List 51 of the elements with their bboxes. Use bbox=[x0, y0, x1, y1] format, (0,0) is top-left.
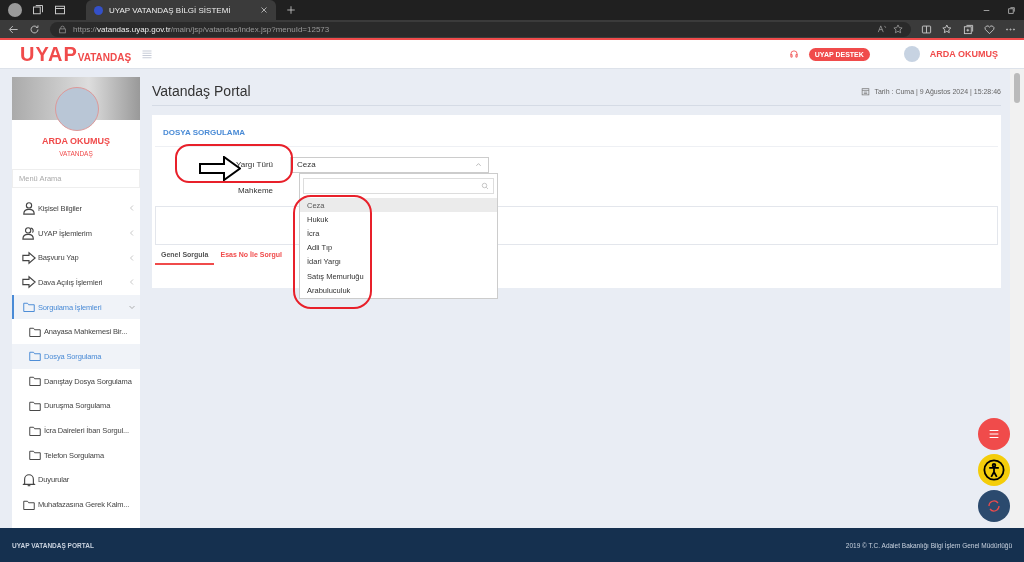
profile-avatar[interactable] bbox=[8, 3, 22, 17]
scrollbar[interactable] bbox=[1010, 69, 1024, 528]
favorites-icon[interactable] bbox=[942, 23, 953, 35]
circular-arrows-icon bbox=[986, 498, 1002, 514]
accessibility-button[interactable] bbox=[978, 454, 1010, 486]
read-aloud-icon[interactable] bbox=[877, 24, 887, 34]
close-icon[interactable] bbox=[260, 6, 268, 14]
select-field[interactable]: Ceza bbox=[290, 156, 489, 173]
window-icon[interactable] bbox=[54, 4, 66, 16]
folder-icon bbox=[28, 350, 42, 363]
browser-tab[interactable]: UYAP VATANDAŞ BİLGİ SİSTEMİ bbox=[86, 0, 276, 20]
user-name[interactable]: ARDA OKUMUŞ bbox=[929, 49, 998, 59]
folder-icon bbox=[22, 301, 36, 314]
site-favicon-icon bbox=[94, 5, 103, 15]
page-title: Vatandaş Portal bbox=[152, 83, 252, 99]
dropdown-search-field[interactable] bbox=[303, 178, 494, 194]
assistant-button[interactable] bbox=[978, 490, 1010, 522]
plus-icon[interactable] bbox=[286, 5, 296, 15]
folder-icon bbox=[28, 449, 42, 462]
refresh-icon[interactable] bbox=[29, 23, 40, 35]
lock-icon bbox=[58, 24, 67, 34]
people-icon bbox=[22, 226, 36, 241]
accessibility-icon bbox=[983, 459, 1005, 481]
folder-icon bbox=[28, 424, 42, 437]
tabs-icon[interactable] bbox=[32, 4, 44, 16]
heart-icon[interactable] bbox=[984, 23, 995, 35]
profile-avatar bbox=[55, 87, 99, 131]
folder-icon bbox=[28, 375, 42, 388]
star-icon[interactable] bbox=[893, 24, 903, 34]
profile-name: ARDA OKUMUŞ bbox=[40, 136, 112, 146]
restore-icon[interactable] bbox=[1007, 5, 1016, 15]
menu-icon bbox=[987, 427, 1001, 441]
arrow-icon bbox=[22, 250, 36, 265]
folder-icon bbox=[28, 325, 42, 338]
collections-icon[interactable] bbox=[963, 23, 974, 35]
field-label: Yargı Türü bbox=[234, 160, 273, 169]
chevron-up-icon bbox=[475, 161, 482, 168]
uyap-logo[interactable]: UYAPVATANDAŞ bbox=[20, 42, 132, 66]
headset-icon bbox=[788, 49, 799, 59]
calendar-icon bbox=[861, 86, 871, 96]
folder-icon bbox=[28, 399, 42, 412]
split-screen-icon[interactable] bbox=[921, 23, 932, 35]
back-icon[interactable] bbox=[8, 23, 19, 35]
bell-icon bbox=[22, 472, 36, 487]
field-label: Mahkeme bbox=[236, 186, 273, 195]
person-icon bbox=[22, 201, 36, 216]
panel-title: DOSYA SORGULAMA bbox=[155, 115, 998, 147]
search-icon bbox=[481, 182, 489, 190]
address-bar[interactable]: https://vatandas.uyap.gov.tr/main/jsp/vatandas/index.jsp?menuId=12573 bbox=[50, 21, 911, 37]
arrow-icon bbox=[22, 275, 36, 290]
folder-icon bbox=[22, 498, 36, 511]
